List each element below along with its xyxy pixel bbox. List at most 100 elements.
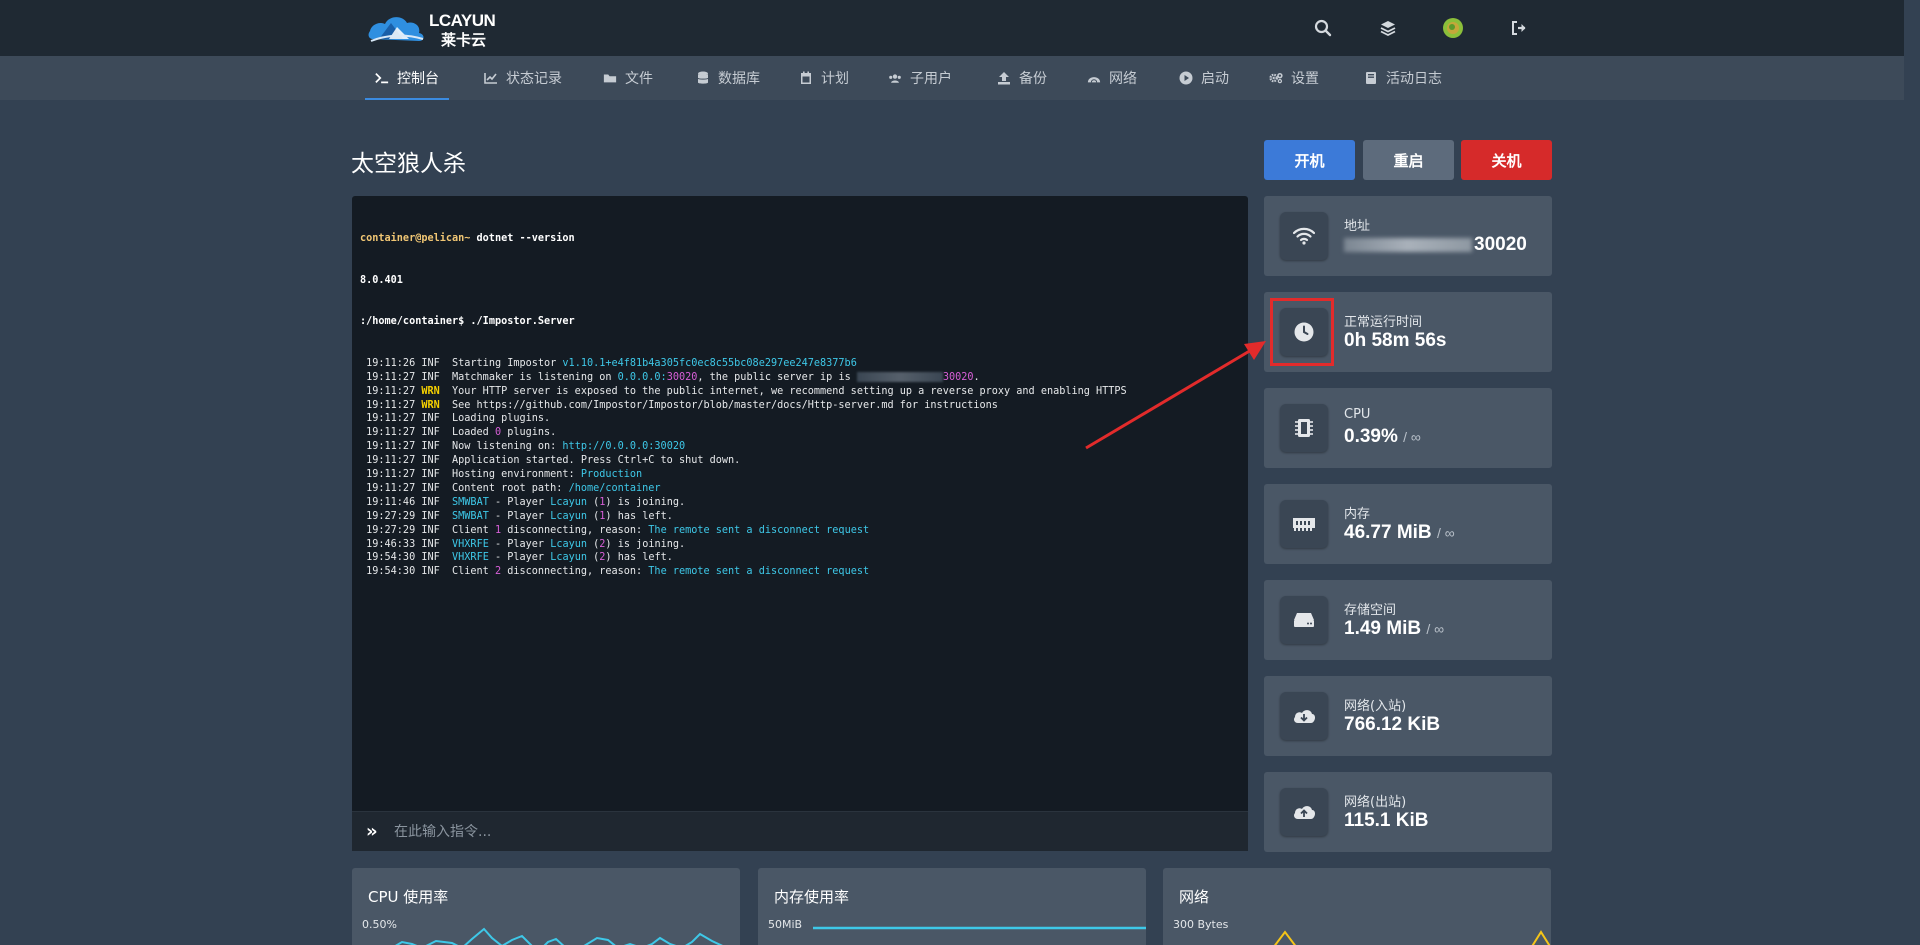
console-text: Client xyxy=(439,524,495,536)
console-text: The remote sent a disconnect request xyxy=(648,566,870,578)
stat-label: 地址 xyxy=(1344,219,1371,234)
log-time: 19:11:27 xyxy=(360,441,422,453)
tab-files[interactable]: 文件 xyxy=(603,56,653,100)
game-code: VHXRFE xyxy=(452,538,489,550)
folder-icon xyxy=(603,71,617,85)
console-text: - Player xyxy=(488,510,551,522)
tab-startup[interactable]: 启动 xyxy=(1179,56,1229,100)
console-text: ( xyxy=(587,552,600,564)
console-input-bar[interactable]: » xyxy=(352,811,1248,851)
console-line: 19:11:46 INF SMWBAT - Player Lcayun (1) … xyxy=(360,496,1240,510)
console-line: 19:54:30 INF VHXRFE - Player Lcayun (2) … xyxy=(360,551,1240,565)
tab-console[interactable]: 控制台 xyxy=(365,56,449,100)
tab-activity-graph[interactable]: 状态记录 xyxy=(484,56,562,100)
stop-button[interactable]: 关机 xyxy=(1461,140,1552,180)
console-text: Your HTTP server is exposed to the publi… xyxy=(439,385,1127,397)
log-level: INF xyxy=(421,357,440,369)
cloud-upload-icon xyxy=(1280,788,1328,836)
console-text: Loading plugins. xyxy=(439,413,551,425)
log-level: INF xyxy=(421,566,440,578)
stat-label: 网络(出站) xyxy=(1344,795,1407,810)
log-time: 19:27:29 xyxy=(360,524,422,536)
log-time: 19:11:27 xyxy=(360,385,422,397)
console-text: 30020 xyxy=(666,371,698,383)
graph-title: 内存使用率 xyxy=(774,888,850,906)
game-code: SMWBAT xyxy=(452,510,489,522)
tab-activity-log[interactable]: 活动日志 xyxy=(1364,56,1442,100)
tab-label: 活动日志 xyxy=(1386,71,1442,87)
user-avatar[interactable] xyxy=(1439,14,1467,42)
tab-label: 备份 xyxy=(1019,71,1047,87)
console-prompt: :/home/container$ xyxy=(360,316,465,328)
tab-settings[interactable]: 设置 xyxy=(1269,56,1319,100)
brand-name: LCAYUN xyxy=(429,11,496,30)
server-console[interactable]: container@pelican~ dotnet --version 8.0.… xyxy=(352,196,1248,851)
log-level: INF xyxy=(421,496,440,508)
console-text: ( xyxy=(587,496,600,508)
game-code: SMWBAT xyxy=(452,496,489,508)
log-time: 19:11:27 xyxy=(360,371,422,383)
stat-label: 网络(入站) xyxy=(1344,699,1407,714)
console-text: - Player xyxy=(488,496,551,508)
command-input[interactable] xyxy=(394,823,1214,840)
console-text: ) is joining. xyxy=(605,538,686,550)
console-line: 19:27:29 INF SMWBAT - Player Lcayun (1) … xyxy=(360,510,1240,524)
console-line: 19:46:33 INF VHXRFE - Player Lcayun (2) … xyxy=(360,538,1240,552)
console-text: ( xyxy=(587,510,600,522)
console-prompt: container@pelican~ xyxy=(360,232,471,244)
log-time: 19:46:33 xyxy=(360,538,422,550)
log-time: 19:11:27 xyxy=(360,482,422,494)
console-text: http://0.0.0.0:30020 xyxy=(562,441,686,453)
console-text: v1.10.1+e4f81b4a305fc0ec8c55bc08e297ee24… xyxy=(562,357,857,369)
player-name: Lcayun xyxy=(550,496,587,508)
tab-label: 文件 xyxy=(625,71,653,87)
console-text: ( xyxy=(587,538,600,550)
tab-schedules[interactable]: 计划 xyxy=(799,56,849,100)
console-text: ) has left. xyxy=(605,510,673,522)
calendar-icon xyxy=(799,71,813,85)
annotation-arrow-icon xyxy=(1085,341,1266,450)
restart-button[interactable]: 重启 xyxy=(1363,140,1454,180)
tab-label: 状态记录 xyxy=(506,71,562,87)
address-port: 30020 xyxy=(1474,234,1527,255)
log-level: INF xyxy=(421,524,440,536)
memory-limit: / ∞ xyxy=(1436,525,1455,541)
log-time: 19:11:27 xyxy=(360,427,422,439)
player-name: Lcayun xyxy=(550,552,587,564)
console-text: See https://github.com/Impostor/Impostor… xyxy=(439,399,998,411)
memory-icon xyxy=(1280,500,1328,548)
log-time: 19:11:27 xyxy=(360,399,422,411)
console-text: The remote sent a disconnect request xyxy=(648,524,870,536)
console-line: 8.0.401 xyxy=(360,274,403,286)
logout-icon[interactable] xyxy=(1505,14,1533,42)
log-time: 19:27:29 xyxy=(360,510,422,522)
memory-graph-line xyxy=(813,926,1146,930)
tab-users[interactable]: 子用户 xyxy=(888,56,952,100)
console-text: - Player xyxy=(488,538,551,550)
play-icon xyxy=(1179,71,1193,85)
tab-database[interactable]: 数据库 xyxy=(696,56,760,100)
brand-logo[interactable]: LCAYUN 莱卡云 xyxy=(367,7,501,49)
storage-limit: / ∞ xyxy=(1426,621,1445,637)
stat-memory: 内存 46.77 MiB / ∞ xyxy=(1264,484,1552,564)
database-icon xyxy=(696,71,710,85)
start-button[interactable]: 开机 xyxy=(1264,140,1355,180)
console-text: Matchmaker is listening on xyxy=(439,371,618,383)
layers-icon[interactable] xyxy=(1374,14,1402,42)
log-time: 19:11:27 xyxy=(360,469,422,481)
terminal-icon xyxy=(375,71,389,85)
tab-network[interactable]: 网络 xyxy=(1087,56,1137,100)
tab-backups[interactable]: 备份 xyxy=(997,56,1047,100)
console-text: disconnecting, reason: xyxy=(501,566,649,578)
tab-label: 网络 xyxy=(1109,71,1137,87)
redacted-ip xyxy=(856,371,943,382)
stat-network-in: 网络(入站) 766.12 KiB xyxy=(1264,676,1552,756)
search-icon[interactable] xyxy=(1309,14,1337,42)
log-level: WRN xyxy=(421,385,440,397)
upload-icon xyxy=(997,71,1011,85)
console-text: Hosting environment: xyxy=(439,469,581,481)
console-text: Loaded xyxy=(439,427,495,439)
log-level: INF xyxy=(421,427,440,439)
cpu-graph-line xyxy=(395,927,723,945)
console-command: dotnet --version xyxy=(470,232,575,244)
